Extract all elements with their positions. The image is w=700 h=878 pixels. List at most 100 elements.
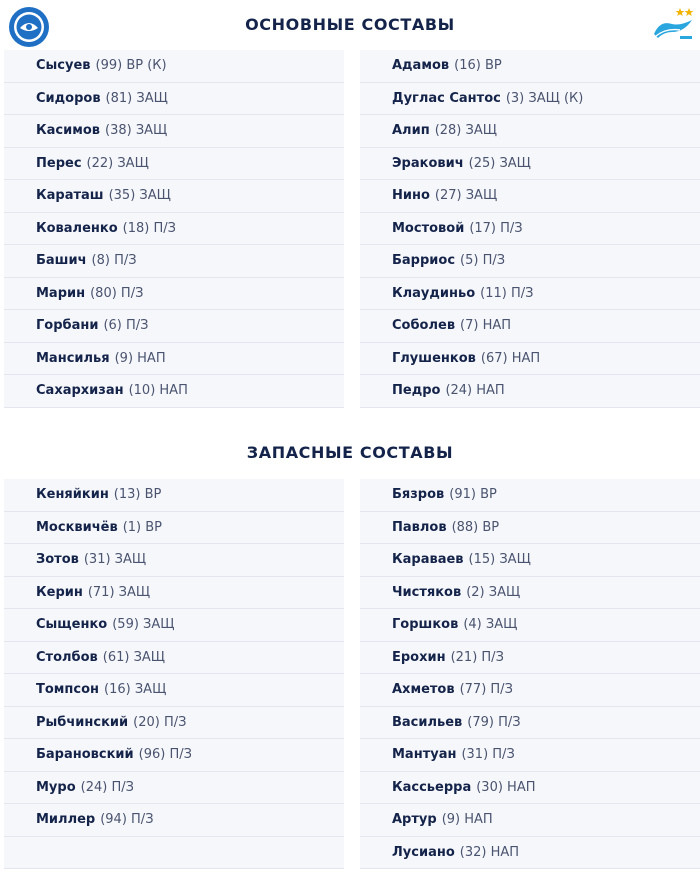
reserves-title: ЗАПАСНЫЕ СОСТАВЫ [246,443,454,462]
player-number-position: (38) ЗАЩ [105,123,168,139]
player-number-position: (15) ЗАЩ [468,552,531,568]
player-number-position: (96) П/З [138,747,192,763]
player-name: Кеняйкин [36,487,109,503]
player-number-position: (32) НАП [459,844,520,860]
player-row: Сысуев (99) ВР (К) [4,50,344,83]
player-row: Клаудиньо (11) П/З [360,277,700,310]
player-name: Мантуан [392,747,457,763]
player-row: Горшков (4) ЗАЩ [360,609,700,642]
player-row: Москвичёв (1) ВР [4,511,344,544]
player-name: Коваленко [36,220,118,236]
player-number-position: (21) П/З [450,649,504,665]
player-number-position: (10) НАП [128,383,188,399]
player-name: Сысуев [36,58,91,74]
player-number-position: (4) ЗАЩ [463,617,518,633]
player-row: Нино (27) ЗАЩ [360,180,700,213]
player-row: Касимов (38) ЗАЩ [4,115,344,148]
player-name: Столбов [36,649,98,665]
player-name: Соболев [392,318,456,334]
player-name: Нино [392,188,430,204]
player-row: Сидоров (81) ЗАЩ [4,82,344,115]
player-number-position: (30) НАП [476,779,536,795]
player-name: Клаудиньо [392,285,476,301]
player-row: Коваленко (18) П/З [4,212,344,245]
player-row: Кассьерра (30) НАП [360,771,700,804]
player-name: Касимов [36,123,100,139]
away-reserves-list: Бязров (91) ВР Павлов (88) ВР Караваев (15) З… [360,479,700,869]
player-row: Павлов (88) ВР [360,511,700,544]
player-row: Миллер (94) П/З [4,804,344,837]
player-name: Керин [36,584,83,600]
player-number-position: (28) ЗАЩ [434,123,497,139]
player-number-position: (79) П/З [467,714,521,730]
player-row: Сыщенко (59) ЗАЩ [4,609,344,642]
player-name: Глушенков [392,350,476,366]
player-name: Барановский [36,747,134,763]
player-name: Сахархизан [36,383,124,399]
player-name: Павлов [392,519,447,535]
player-row: Ахметов (77) П/З [360,674,700,707]
player-row: Караваев (15) ЗАЩ [360,544,700,577]
player-number-position: (59) ЗАЩ [112,617,175,633]
player-name: Марин [36,285,86,301]
player-name: Ахметов [392,682,455,698]
player-name: Горшков [392,617,459,633]
player-row: Ерохин (21) П/З [360,641,700,674]
lineup-header: ОСНОВНЫЕ СОСТАВЫ [0,0,700,50]
player-name: Москвичёв [36,519,118,535]
player-number-position: (2) ЗАЩ [466,584,521,600]
player-row: Муро (24) П/З [4,771,344,804]
player-name: Сыщенко [36,617,108,633]
player-name: Бязров [392,487,445,503]
player-name: Мансилья [36,350,110,366]
player-number-position: (31) ЗАЩ [83,552,147,568]
player-number-position: (8) П/З [91,253,137,269]
player-name: Ерохин [392,649,446,665]
player-number-position: (77) П/З [459,682,513,698]
player-name: Лусиано [392,844,455,860]
player-name: Башич [36,253,87,269]
player-number-position: (17) П/З [469,220,523,236]
player-name: Горбани [36,318,99,334]
player-name: Миллер [36,812,96,828]
player-number-position: (31) П/З [461,747,515,763]
empty-row [4,836,344,869]
starting-lineups-title: ОСНОВНЫЕ СОСТАВЫ [245,15,455,34]
player-row: Дуглас Сантос (3) ЗАЩ (К) [360,82,700,115]
player-number-position: (67) НАП [480,350,541,366]
player-number-position: (91) ВР [449,487,497,503]
player-number-position: (80) П/З [90,285,144,301]
player-row: Столбов (61) ЗАЩ [4,641,344,674]
player-row: Мансилья (9) НАП [4,342,344,375]
player-row: Алип (28) ЗАЩ [360,115,700,148]
player-row: Лусиано (32) НАП [360,836,700,869]
player-row: Чистяков (2) ЗАЩ [360,576,700,609]
home-reserves-list: Кеняйкин (13) ВР Москвичёв (1) ВР Зотов (31) … [4,479,344,869]
away-starting-list: Адамов (16) ВР Дуглас Сантос (3) ЗАЩ (К) Али… [360,50,700,408]
player-number-position: (61) ЗАЩ [102,649,166,665]
player-row: Мостовой (17) П/З [360,212,700,245]
player-name: Педро [392,383,441,399]
player-row: Томпсон (16) ЗАЩ [4,674,344,707]
player-row: Горбани (6) П/З [4,310,344,343]
player-row: Бязров (91) ВР [360,479,700,512]
player-number-position: (6) П/З [103,318,149,334]
player-name: Караташ [36,188,104,204]
player-number-position: (5) П/З [460,253,506,269]
player-number-position: (94) П/З [100,812,154,828]
player-name: Эракович [392,155,464,171]
player-row: Керин (71) ЗАЩ [4,576,344,609]
player-name: Кассьерра [392,779,472,795]
player-number-position: (24) НАП [445,383,505,399]
player-row: Васильев (79) П/З [360,706,700,739]
player-number-position: (1) ВР [122,519,163,535]
player-row: Артур (9) НАП [360,804,700,837]
player-row: Глушенков (67) НАП [360,342,700,375]
player-row: Рыбчинский (20) П/З [4,706,344,739]
player-name: Васильев [392,714,463,730]
player-number-position: (13) ВР [113,487,162,503]
player-number-position: (11) П/З [480,285,534,301]
player-row: Перес (22) ЗАЩ [4,147,344,180]
player-name: Адамов [392,58,450,74]
player-name: Барриос [392,253,456,269]
